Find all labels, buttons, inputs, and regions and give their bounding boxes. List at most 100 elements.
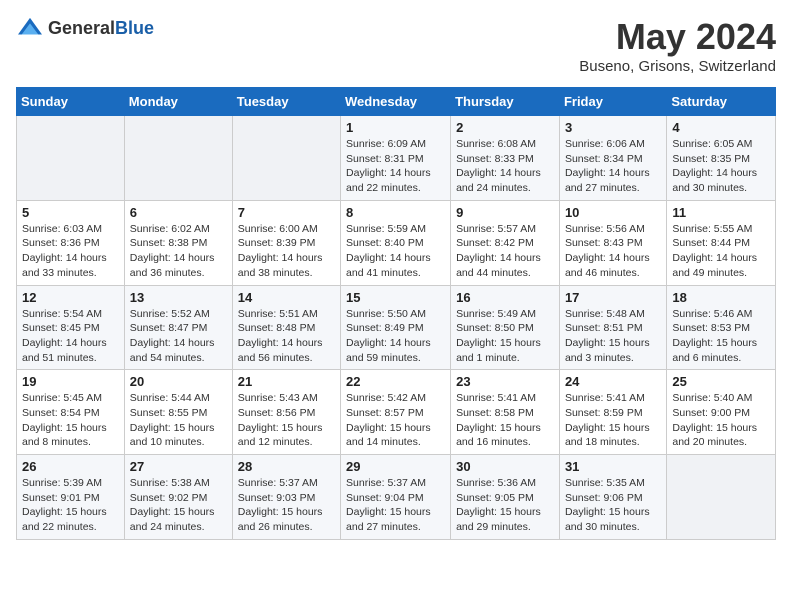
day-number: 31	[565, 459, 661, 474]
day-number: 29	[346, 459, 445, 474]
day-number: 14	[238, 290, 335, 305]
page-header: GeneralBlue May 2024 Buseno, Grisons, Sw…	[16, 16, 776, 75]
logo-icon	[16, 16, 44, 40]
day-cell: 18 Sunrise: 5:46 AM Sunset: 8:53 PM Dayli…	[667, 285, 776, 370]
day-info: Sunrise: 5:41 AM Sunset: 8:59 PM Dayligh…	[565, 391, 661, 450]
day-number: 28	[238, 459, 335, 474]
day-number: 5	[22, 205, 119, 220]
day-number: 30	[456, 459, 554, 474]
weekday-header-row: SundayMondayTuesdayWednesdayThursdayFrid…	[17, 88, 776, 116]
day-number: 23	[456, 374, 554, 389]
week-row-2: 5 Sunrise: 6:03 AM Sunset: 8:36 PM Daylig…	[17, 200, 776, 285]
day-info: Sunrise: 5:41 AM Sunset: 8:58 PM Dayligh…	[456, 391, 554, 450]
day-number: 22	[346, 374, 445, 389]
day-cell: 5 Sunrise: 6:03 AM Sunset: 8:36 PM Daylig…	[17, 200, 125, 285]
day-cell: 16 Sunrise: 5:49 AM Sunset: 8:50 PM Dayli…	[451, 285, 560, 370]
day-number: 24	[565, 374, 661, 389]
day-info: Sunrise: 5:45 AM Sunset: 8:54 PM Dayligh…	[22, 391, 119, 450]
weekday-header-tuesday: Tuesday	[232, 88, 340, 116]
day-cell: 3 Sunrise: 6:06 AM Sunset: 8:34 PM Daylig…	[559, 116, 666, 201]
logo: GeneralBlue	[16, 16, 154, 40]
day-cell: 10 Sunrise: 5:56 AM Sunset: 8:43 PM Dayli…	[559, 200, 666, 285]
day-info: Sunrise: 6:05 AM Sunset: 8:35 PM Dayligh…	[672, 137, 770, 196]
day-number: 3	[565, 120, 661, 135]
week-row-3: 12 Sunrise: 5:54 AM Sunset: 8:45 PM Dayli…	[17, 285, 776, 370]
day-number: 10	[565, 205, 661, 220]
day-number: 4	[672, 120, 770, 135]
day-info: Sunrise: 5:35 AM Sunset: 9:06 PM Dayligh…	[565, 476, 661, 535]
day-number: 21	[238, 374, 335, 389]
day-number: 19	[22, 374, 119, 389]
location: Buseno, Grisons, Switzerland	[579, 58, 776, 75]
day-number: 9	[456, 205, 554, 220]
day-cell	[17, 116, 125, 201]
day-cell: 27Sunrise: 5:38 AM Sunset: 9:02 PM Dayli…	[124, 455, 232, 540]
day-info: Sunrise: 6:06 AM Sunset: 8:34 PM Dayligh…	[565, 137, 661, 196]
day-info: Sunrise: 5:50 AM Sunset: 8:49 PM Dayligh…	[346, 307, 445, 366]
day-number: 12	[22, 290, 119, 305]
day-cell: 24 Sunrise: 5:41 AM Sunset: 8:59 PM Dayli…	[559, 370, 666, 455]
day-cell	[124, 116, 232, 201]
day-info: Sunrise: 5:42 AM Sunset: 8:57 PM Dayligh…	[346, 391, 445, 450]
logo-text-general: General	[48, 18, 115, 38]
day-cell: 4 Sunrise: 6:05 AM Sunset: 8:35 PM Daylig…	[667, 116, 776, 201]
day-cell: 15Sunrise: 5:50 AM Sunset: 8:49 PM Dayli…	[341, 285, 451, 370]
day-cell: 13 Sunrise: 5:52 AM Sunset: 8:47 PM Dayli…	[124, 285, 232, 370]
day-number: 2	[456, 120, 554, 135]
day-number: 7	[238, 205, 335, 220]
day-cell: 8 Sunrise: 5:59 AM Sunset: 8:40 PM Daylig…	[341, 200, 451, 285]
day-cell: 26Sunrise: 5:39 AM Sunset: 9:01 PM Dayli…	[17, 455, 125, 540]
day-info: Sunrise: 6:03 AM Sunset: 8:36 PM Dayligh…	[22, 222, 119, 281]
week-row-1: 1 Sunrise: 6:09 AM Sunset: 8:31 PM Daylig…	[17, 116, 776, 201]
weekday-header-thursday: Thursday	[451, 88, 560, 116]
weekday-header-wednesday: Wednesday	[341, 88, 451, 116]
day-cell: 31 Sunrise: 5:35 AM Sunset: 9:06 PM Dayli…	[559, 455, 666, 540]
day-cell: 12 Sunrise: 5:54 AM Sunset: 8:45 PM Dayli…	[17, 285, 125, 370]
month-year: May 2024	[579, 16, 776, 58]
day-cell: 28 Sunrise: 5:37 AM Sunset: 9:03 PM Dayli…	[232, 455, 340, 540]
day-cell	[232, 116, 340, 201]
day-cell: 11 Sunrise: 5:55 AM Sunset: 8:44 PM Dayli…	[667, 200, 776, 285]
day-number: 16	[456, 290, 554, 305]
day-cell: 30 Sunrise: 5:36 AM Sunset: 9:05 PM Dayli…	[451, 455, 560, 540]
calendar-table: SundayMondayTuesdayWednesdayThursdayFrid…	[16, 87, 776, 540]
weekday-header-monday: Monday	[124, 88, 232, 116]
week-row-4: 19 Sunrise: 5:45 AM Sunset: 8:54 PM Dayli…	[17, 370, 776, 455]
day-info: Sunrise: 6:09 AM Sunset: 8:31 PM Dayligh…	[346, 137, 445, 196]
day-cell: 14Sunrise: 5:51 AM Sunset: 8:48 PM Dayli…	[232, 285, 340, 370]
day-info: Sunrise: 5:46 AM Sunset: 8:53 PM Dayligh…	[672, 307, 770, 366]
day-cell: 1 Sunrise: 6:09 AM Sunset: 8:31 PM Daylig…	[341, 116, 451, 201]
day-info: Sunrise: 6:02 AM Sunset: 8:38 PM Dayligh…	[130, 222, 227, 281]
logo-text-blue: Blue	[115, 18, 154, 38]
day-cell: 29Sunrise: 5:37 AM Sunset: 9:04 PM Dayli…	[341, 455, 451, 540]
day-info: Sunrise: 5:59 AM Sunset: 8:40 PM Dayligh…	[346, 222, 445, 281]
title-block: May 2024 Buseno, Grisons, Switzerland	[579, 16, 776, 75]
day-number: 25	[672, 374, 770, 389]
day-info: Sunrise: 5:54 AM Sunset: 8:45 PM Dayligh…	[22, 307, 119, 366]
week-row-5: 26Sunrise: 5:39 AM Sunset: 9:01 PM Dayli…	[17, 455, 776, 540]
day-info: Sunrise: 5:57 AM Sunset: 8:42 PM Dayligh…	[456, 222, 554, 281]
day-number: 11	[672, 205, 770, 220]
weekday-header-sunday: Sunday	[17, 88, 125, 116]
day-cell: 25Sunrise: 5:40 AM Sunset: 9:00 PM Dayli…	[667, 370, 776, 455]
day-info: Sunrise: 5:56 AM Sunset: 8:43 PM Dayligh…	[565, 222, 661, 281]
day-number: 6	[130, 205, 227, 220]
day-number: 8	[346, 205, 445, 220]
day-number: 17	[565, 290, 661, 305]
day-number: 13	[130, 290, 227, 305]
day-cell: 19 Sunrise: 5:45 AM Sunset: 8:54 PM Dayli…	[17, 370, 125, 455]
day-info: Sunrise: 5:55 AM Sunset: 8:44 PM Dayligh…	[672, 222, 770, 281]
day-cell: 23 Sunrise: 5:41 AM Sunset: 8:58 PM Dayli…	[451, 370, 560, 455]
day-info: Sunrise: 5:49 AM Sunset: 8:50 PM Dayligh…	[456, 307, 554, 366]
day-number: 1	[346, 120, 445, 135]
day-info: Sunrise: 5:52 AM Sunset: 8:47 PM Dayligh…	[130, 307, 227, 366]
day-info: Sunrise: 5:37 AM Sunset: 9:03 PM Dayligh…	[238, 476, 335, 535]
day-info: Sunrise: 5:39 AM Sunset: 9:01 PM Dayligh…	[22, 476, 119, 535]
day-cell	[667, 455, 776, 540]
day-number: 18	[672, 290, 770, 305]
weekday-header-friday: Friday	[559, 88, 666, 116]
day-info: Sunrise: 5:36 AM Sunset: 9:05 PM Dayligh…	[456, 476, 554, 535]
day-cell: 6 Sunrise: 6:02 AM Sunset: 8:38 PM Daylig…	[124, 200, 232, 285]
day-info: Sunrise: 5:38 AM Sunset: 9:02 PM Dayligh…	[130, 476, 227, 535]
day-info: Sunrise: 6:08 AM Sunset: 8:33 PM Dayligh…	[456, 137, 554, 196]
